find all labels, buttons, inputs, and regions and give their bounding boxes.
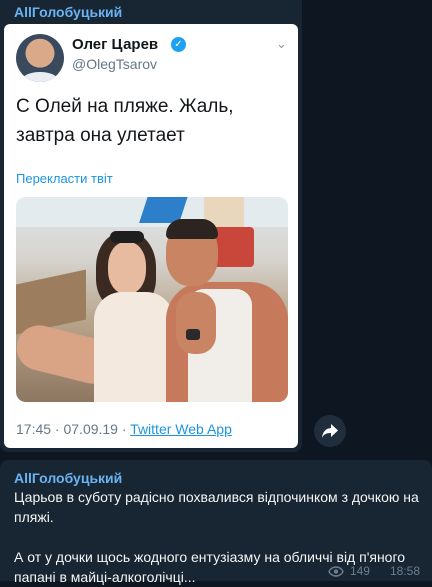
tweet-author-avatar[interactable] xyxy=(16,34,64,82)
share-arrow-icon xyxy=(322,424,338,438)
message-bubble: AllГолобуцький Олег Царев ✓ @OlegTsarov … xyxy=(0,0,302,452)
message-time: 18:58 xyxy=(389,564,420,578)
verified-checkmark-icon: ✓ xyxy=(171,37,186,52)
translate-tweet-link[interactable]: Перекласти твіт xyxy=(16,171,113,186)
tweet-time-text: 17:45 · 07.09.19 · xyxy=(16,421,131,437)
tweet-photo[interactable] xyxy=(16,197,288,402)
chevron-down-icon[interactable]: ⌄ xyxy=(276,36,287,52)
message-author[interactable]: AllГолобуцький xyxy=(14,470,122,486)
channel-name[interactable]: AllГолобуцький xyxy=(14,4,122,20)
message-bubble: AllГолобуцький Царьов в суботу радісно п… xyxy=(0,460,432,585)
eye-icon xyxy=(328,565,344,577)
view-count: 149 xyxy=(349,564,370,578)
tweet-timestamp: 17:45 · 07.09.19 · Twitter Web App xyxy=(16,421,232,437)
tweet-author-name[interactable]: Олег Царев xyxy=(72,36,158,53)
tweet-source-link[interactable]: Twitter Web App xyxy=(130,421,232,437)
tweet-embed-card[interactable]: Олег Царев ✓ @OlegTsarov ⌄ С Олей на пля… xyxy=(4,24,298,448)
tweet-author-handle[interactable]: @OlegTsarov xyxy=(72,56,157,72)
tweet-text: С Олей на пляже. Жаль, завтра она улетае… xyxy=(16,96,234,146)
message-meta: 149 18:58 xyxy=(328,564,420,578)
share-button[interactable] xyxy=(314,415,346,447)
